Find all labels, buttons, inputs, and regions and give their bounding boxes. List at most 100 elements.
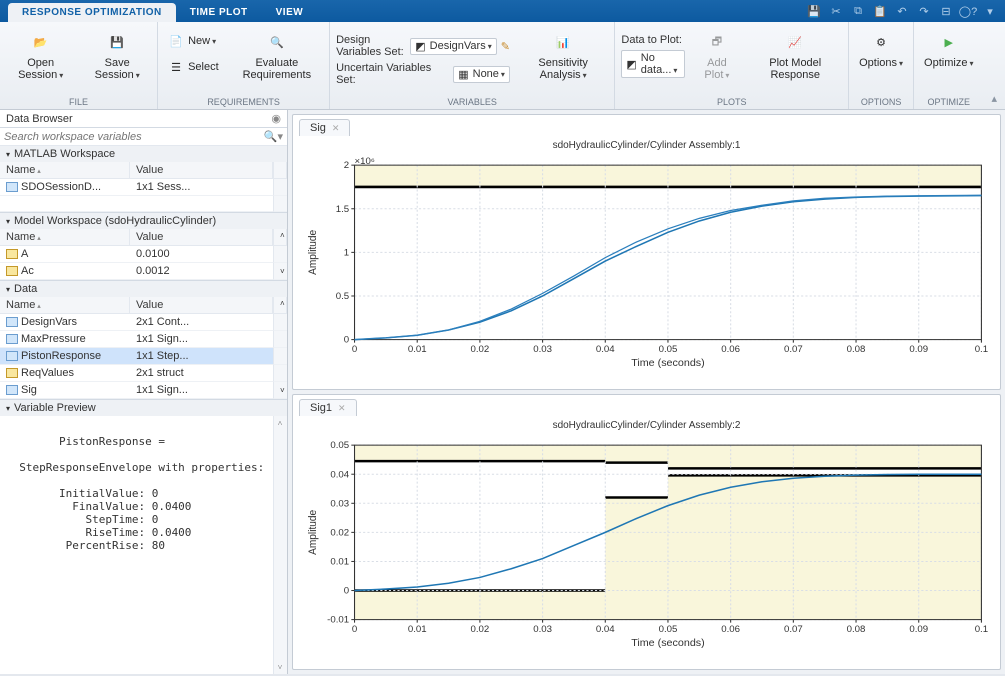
table-row[interactable]: Ac — [0, 263, 130, 280]
plot-response-icon: 📈 — [782, 29, 808, 55]
table-row[interactable]: MaxPressure — [0, 331, 130, 348]
optimize-button[interactable]: ▶ Optimize — [920, 26, 977, 73]
tab-time-plot[interactable]: TIME PLOT — [176, 3, 262, 22]
chart-tab-sig[interactable]: Sig✕ — [299, 119, 350, 136]
data-to-plot-label: Data to Plot: — [621, 34, 682, 46]
svg-text:×10⁶: ×10⁶ — [355, 155, 375, 166]
evaluate-requirements-button[interactable]: 🔍 Evaluate Requirements — [231, 26, 323, 84]
table-cell[interactable]: 1x1 Sign... — [130, 331, 273, 348]
data-section-header[interactable]: Data — [0, 281, 287, 297]
svg-text:0.07: 0.07 — [784, 623, 803, 634]
copy-icon[interactable]: ⧉ — [849, 2, 867, 20]
toggle-panel-icon[interactable]: ⊟ — [937, 2, 955, 20]
paste-icon[interactable]: 📋 — [871, 2, 889, 20]
scrollbar[interactable] — [273, 416, 287, 674]
col-name[interactable]: Name — [0, 297, 130, 314]
col-value[interactable]: Value — [130, 297, 273, 314]
tab-response-optimization[interactable]: RESPONSE OPTIMIZATION — [8, 3, 176, 22]
table-cell[interactable]: 0.0100 — [130, 246, 273, 263]
scroll-up-icon[interactable]: ˄ — [273, 416, 287, 430]
cut-icon[interactable]: ✂ — [827, 2, 845, 20]
svg-text:0.04: 0.04 — [596, 623, 615, 634]
svg-text:1: 1 — [344, 247, 349, 258]
col-value[interactable]: Value — [130, 162, 273, 179]
table-cell[interactable]: 2x1 struct — [130, 365, 273, 382]
dropdown-mini-icon[interactable]: ▾ — [981, 2, 999, 20]
model-workspace-header[interactable]: Model Workspace (sdoHydraulicCylinder) — [0, 213, 287, 229]
svg-text:0.07: 0.07 — [784, 343, 803, 354]
table-cell[interactable]: 2x1 Cont... — [130, 314, 273, 331]
table-cell[interactable]: 0.0012 — [130, 263, 273, 280]
new-requirement-button[interactable]: 📄 New — [164, 30, 223, 52]
data-to-plot-dropdown[interactable]: ◩ No data... — [621, 50, 685, 78]
variable-preview-header[interactable]: Variable Preview — [0, 400, 287, 416]
svg-text:0.04: 0.04 — [596, 343, 615, 354]
chart-tab-sig1[interactable]: Sig1✕ — [299, 399, 357, 416]
data-browser-panel: Data Browser ◉ 🔍▾ MATLAB Workspace Name … — [0, 110, 288, 674]
save-shortcut-icon[interactable]: 💾 — [805, 2, 823, 20]
search-icon[interactable]: 🔍▾ — [264, 130, 283, 143]
open-session-button[interactable]: 📂 Open Session — [6, 26, 75, 85]
undo-icon[interactable]: ↶ — [893, 2, 911, 20]
table-row[interactable]: SDOSessionD... — [0, 179, 130, 196]
group-label-file: FILE — [6, 97, 151, 109]
panel-menu-icon[interactable]: ◉ — [271, 112, 281, 125]
table-row[interactable]: DesignVars — [0, 314, 130, 331]
table-cell[interactable]: 1x1 Sess... — [130, 179, 273, 196]
svg-text:0.1: 0.1 — [975, 343, 988, 354]
col-name[interactable]: Name — [0, 229, 130, 246]
col-value[interactable]: Value — [130, 229, 273, 246]
save-session-button[interactable]: 💾 Save Session — [83, 26, 151, 85]
plot-model-response-button[interactable]: 📈 Plot Model Response — [748, 26, 842, 84]
svg-text:Amplitude: Amplitude — [308, 230, 319, 275]
svg-text:1.5: 1.5 — [336, 203, 349, 214]
ribbon: 📂 Open Session 💾 Save Session FILE 📄 New… — [0, 22, 1005, 110]
svg-text:0.1: 0.1 — [975, 623, 988, 634]
svg-text:0: 0 — [344, 585, 349, 596]
edit-design-vars-icon[interactable]: ✎ — [501, 40, 510, 53]
select-requirement-button[interactable]: ☰ Select — [164, 56, 223, 78]
chart-sig1-panel: Sig1✕ sdoHydraulicCylinder/Cylinder Asse… — [292, 394, 1001, 670]
svg-text:0.03: 0.03 — [330, 498, 349, 509]
group-label-optimize: OPTIMIZE — [920, 97, 977, 109]
matlab-workspace-header[interactable]: MATLAB Workspace — [0, 146, 287, 162]
table-cell[interactable]: 1x1 Step... — [130, 348, 273, 365]
svg-text:0.05: 0.05 — [659, 623, 678, 634]
svg-text:0.01: 0.01 — [330, 556, 349, 567]
sensitivity-analysis-button[interactable]: 📊 Sensitivity Analysis — [518, 26, 608, 85]
table-row[interactable]: Sig — [0, 382, 130, 399]
data-browser-title: Data Browser — [6, 113, 73, 125]
save-icon: 💾 — [104, 29, 130, 55]
add-plot-button[interactable]: 🗗 Add Plot — [693, 26, 740, 85]
scroll-down-icon[interactable]: ˅ — [273, 660, 287, 674]
table-cell[interactable]: 1x1 Sign... — [130, 382, 273, 399]
uncertain-vars-dropdown[interactable]: ▦ None — [453, 66, 510, 83]
add-plot-icon: 🗗 — [704, 29, 730, 55]
table-row[interactable]: A — [0, 246, 130, 263]
svg-text:0: 0 — [344, 334, 349, 345]
play-icon: ▶ — [936, 29, 962, 55]
svg-text:0.5: 0.5 — [336, 290, 349, 301]
design-vars-dropdown[interactable]: ◩ DesignVars — [410, 38, 496, 55]
svg-text:Amplitude: Amplitude — [308, 510, 319, 555]
search-input[interactable] — [4, 130, 260, 143]
options-button[interactable]: ⚙ Options — [855, 26, 907, 73]
plot-area: Sig✕ sdoHydraulicCylinder/Cylinder Assem… — [288, 110, 1005, 674]
group-label-plots: PLOTS — [621, 97, 842, 109]
close-tab-icon[interactable]: ✕ — [338, 403, 346, 414]
table-row[interactable]: ReqValues — [0, 365, 130, 382]
uncertain-vars-value-icon: ▦ — [458, 68, 468, 81]
svg-text:0.02: 0.02 — [330, 527, 349, 538]
svg-text:0.06: 0.06 — [721, 343, 740, 354]
col-name[interactable]: Name — [0, 162, 130, 179]
close-tab-icon[interactable]: ✕ — [332, 123, 340, 134]
redo-icon[interactable]: ↷ — [915, 2, 933, 20]
sensitivity-icon: 📊 — [550, 29, 576, 55]
tab-view[interactable]: VIEW — [262, 3, 318, 22]
collapse-ribbon-icon[interactable]: ▴ — [991, 92, 997, 105]
help-icon[interactable]: ◯? — [959, 2, 977, 20]
group-label-variables: VARIABLES — [336, 97, 608, 109]
table-row-selected[interactable]: PistonResponse — [0, 348, 130, 365]
main-tabstrip: RESPONSE OPTIMIZATION TIME PLOT VIEW 💾 ✂… — [0, 0, 1005, 22]
new-icon: 📄 — [168, 33, 184, 49]
